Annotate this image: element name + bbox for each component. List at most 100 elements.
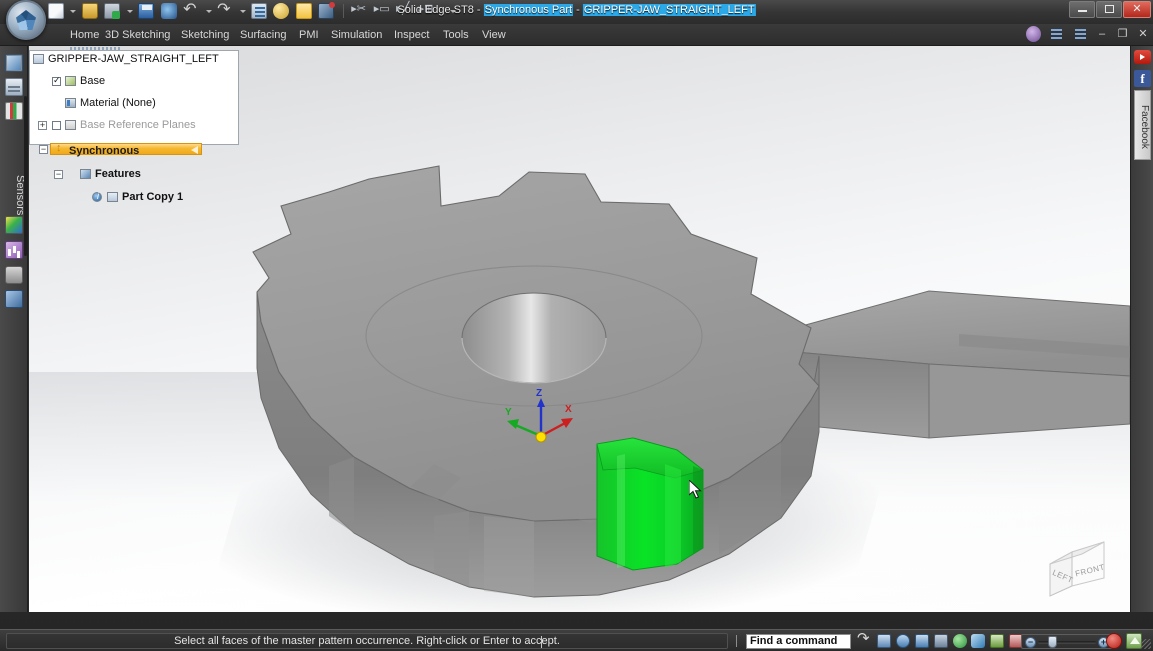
- document-tile-icon[interactable]: [1073, 26, 1088, 42]
- tab-sketching[interactable]: Sketching: [175, 27, 235, 44]
- camera-icon[interactable]: [5, 266, 23, 284]
- coordinate-triad: Z X Y: [499, 390, 589, 448]
- document-restore-icon[interactable]: [1049, 26, 1064, 42]
- redo-icon[interactable]: [217, 3, 233, 19]
- facebook-icon[interactable]: f: [1134, 70, 1151, 87]
- title-mode: Synchronous Part: [484, 4, 573, 16]
- dock-scroll-track[interactable]: [24, 96, 27, 256]
- document-restore-button[interactable]: ❐: [1117, 26, 1129, 42]
- axis-label-y: Y: [505, 407, 512, 418]
- part-copy-icon: [107, 192, 118, 202]
- new-dropdown-icon[interactable]: [69, 3, 76, 19]
- open-folder-icon[interactable]: [82, 3, 98, 19]
- title-sep-2: -: [573, 4, 583, 16]
- window-icon[interactable]: [990, 634, 1004, 648]
- sphere-icon[interactable]: [273, 3, 289, 19]
- upload-button[interactable]: [1126, 633, 1142, 649]
- expander-icon-synchronous[interactable]: −: [39, 145, 48, 154]
- document-minimize-button[interactable]: –: [1096, 26, 1108, 42]
- tab-inspect[interactable]: Inspect: [388, 27, 435, 44]
- tab-view[interactable]: View: [476, 27, 512, 44]
- pathfinder-icon[interactable]: [5, 54, 23, 72]
- status-prompt-text: Select all faces of the master pattern o…: [7, 635, 727, 647]
- help-icon[interactable]: [1026, 26, 1041, 42]
- zoom-slider-track[interactable]: [1038, 641, 1096, 644]
- tab-simulation[interactable]: Simulation: [325, 27, 388, 44]
- title-sep-1: -: [474, 4, 484, 16]
- application-menu-button[interactable]: [6, 0, 46, 40]
- zoom-area-icon[interactable]: [896, 634, 910, 648]
- minimize-button[interactable]: [1069, 1, 1095, 18]
- reports-icon[interactable]: [5, 241, 23, 259]
- layers-icon[interactable]: [5, 78, 23, 96]
- tree-item-base-label: Base: [80, 76, 105, 87]
- window-title: Solid Edge ST8 - Synchronous Part - GRIP…: [397, 4, 755, 16]
- tree-item-base-reference-planes-label: Base Reference Planes: [80, 120, 196, 131]
- new-icon[interactable]: [48, 3, 64, 19]
- undo-icon[interactable]: [183, 3, 199, 19]
- tree-item-part[interactable]: GRIPPER-JAW_STRAIGHT_LEFT: [30, 54, 238, 65]
- undo-dropdown-icon[interactable]: [205, 3, 212, 19]
- status-prompt-area: Select all faces of the master pattern o…: [6, 633, 728, 649]
- cut-tool-icon[interactable]: [352, 3, 368, 19]
- stop-button[interactable]: [1106, 633, 1122, 649]
- tab-surfacing[interactable]: Surfacing: [234, 27, 292, 44]
- tree-item-base-reference-planes[interactable]: + Base Reference Planes: [30, 120, 238, 131]
- box-icon[interactable]: [296, 3, 312, 19]
- save-as-dropdown-icon[interactable]: [126, 3, 133, 19]
- fit-icon[interactable]: [877, 634, 891, 648]
- look-at-icon[interactable]: [971, 634, 985, 648]
- zoom-icon[interactable]: [915, 634, 929, 648]
- tab-3d-sketching[interactable]: 3D Sketching: [99, 27, 176, 44]
- tab-pmi[interactable]: PMI: [293, 27, 325, 44]
- tree-item-material[interactable]: Material (None): [30, 98, 238, 109]
- status-caret: [541, 636, 542, 648]
- tree-item-synchronous[interactable]: − Synchronous: [50, 143, 202, 155]
- tree-item-part-copy-1-label: Part Copy 1: [122, 192, 183, 203]
- maximize-button[interactable]: [1096, 1, 1122, 18]
- properties-icon[interactable]: [251, 3, 267, 19]
- zoom-slider-thumb[interactable]: [1048, 636, 1057, 648]
- zoom-out-button[interactable]: −: [1025, 637, 1036, 648]
- color-manager-icon[interactable]: [5, 216, 23, 234]
- rotate-icon[interactable]: [953, 634, 967, 648]
- facebook-panel-label[interactable]: Facebook: [1134, 90, 1151, 160]
- expander-icon-features[interactable]: −: [54, 170, 63, 179]
- base-reference-planes-checkbox[interactable]: [52, 121, 61, 130]
- solid-icon[interactable]: [318, 3, 334, 19]
- tree-item-base[interactable]: Base: [30, 76, 238, 87]
- maximize-glyph: [1105, 5, 1114, 13]
- tab-tools[interactable]: Tools: [437, 27, 475, 44]
- tree-item-features[interactable]: − Features: [30, 169, 238, 180]
- part-icon: [33, 54, 44, 64]
- base-checkbox[interactable]: [52, 77, 61, 86]
- synchronous-icon: [55, 144, 66, 154]
- expander-icon-base-reference-planes[interactable]: +: [38, 121, 47, 130]
- info-icon[interactable]: [92, 192, 102, 202]
- youtube-icon[interactable]: [1134, 50, 1151, 64]
- sensors-icon[interactable]: [5, 102, 23, 120]
- view-cube[interactable]: LEFT FRONT: [1042, 538, 1120, 600]
- print-icon[interactable]: [161, 3, 177, 19]
- resize-grip[interactable]: [1141, 639, 1151, 649]
- extrude-tool-icon[interactable]: [375, 3, 391, 19]
- close-button[interactable]: ✕: [1123, 1, 1151, 18]
- axis-label-x: X: [565, 404, 572, 415]
- redo-dropdown-icon[interactable]: [239, 3, 246, 19]
- save-icon[interactable]: [138, 3, 154, 19]
- tree-item-synchronous-label: Synchronous: [69, 145, 139, 157]
- close-icon: ✕: [1132, 3, 1141, 15]
- find-a-command-input[interactable]: Find a command: [746, 634, 851, 649]
- synchronous-collapse-arrow-icon[interactable]: [191, 146, 198, 154]
- title-product: Solid Edge ST8: [397, 4, 473, 16]
- tree-item-part-copy-1[interactable]: Part Copy 1: [30, 192, 238, 203]
- redo-icon[interactable]: [857, 634, 871, 648]
- pathfinder-panel[interactable]: GRIPPER-JAW_STRAIGHT_LEFT Base Material …: [29, 50, 239, 145]
- ribbon-right-controls: – ❐ ✕: [1024, 26, 1151, 44]
- document-close-button[interactable]: ✕: [1137, 26, 1149, 42]
- save-as-icon[interactable]: [104, 3, 120, 19]
- pan-icon[interactable]: [934, 634, 948, 648]
- zoom-slider[interactable]: − +: [1021, 634, 1113, 649]
- relationships-icon[interactable]: [5, 290, 23, 308]
- axis-label-z: Z: [536, 388, 542, 399]
